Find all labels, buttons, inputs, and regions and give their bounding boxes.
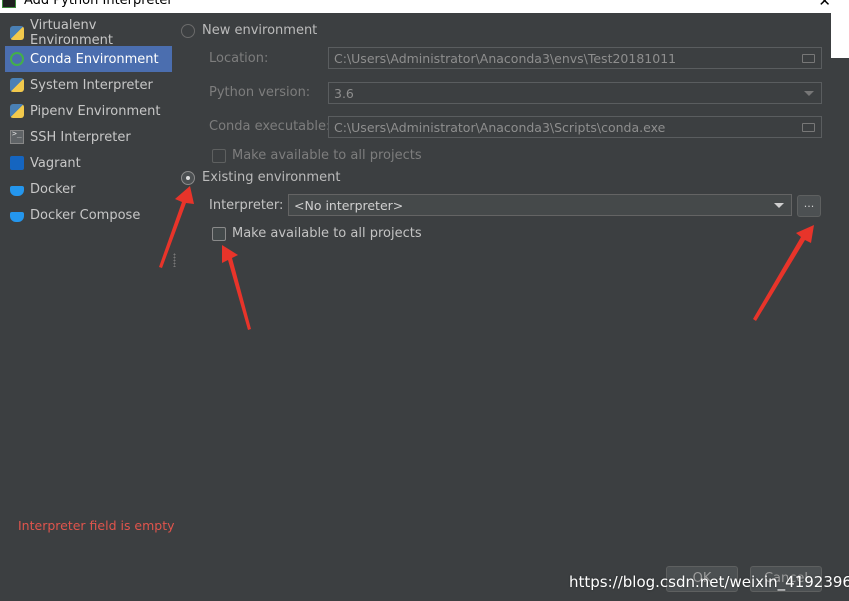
annotation-arrow xyxy=(753,225,814,321)
annotation-arrow xyxy=(222,245,251,330)
watermark-text: https://blog.csdn.net/weixin_41923961 xyxy=(569,573,849,591)
annotation-arrows xyxy=(159,186,814,330)
annotation-arrow xyxy=(159,186,194,268)
